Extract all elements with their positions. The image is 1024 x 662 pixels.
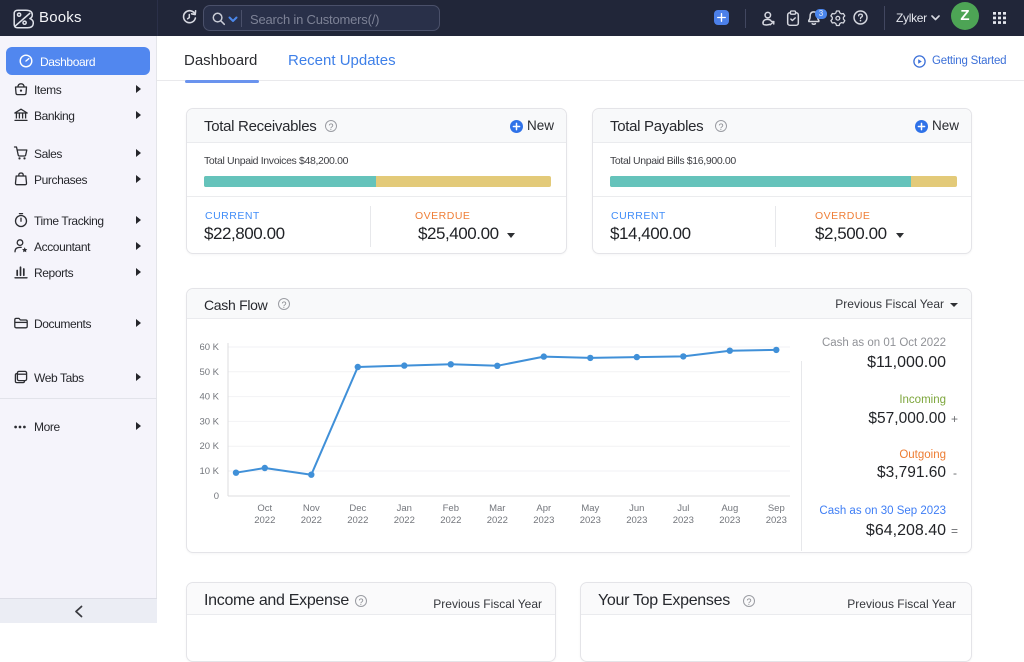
svg-text:Oct: Oct	[257, 503, 272, 514]
svg-text:Jan: Jan	[397, 503, 412, 514]
svg-text:Feb: Feb	[443, 503, 459, 514]
svg-text:2022: 2022	[254, 515, 275, 526]
svg-text:2022: 2022	[440, 515, 461, 526]
svg-text:2022: 2022	[347, 515, 368, 526]
svg-text:2022: 2022	[487, 515, 508, 526]
svg-text:50 K: 50 K	[199, 367, 219, 378]
svg-text:2023: 2023	[626, 515, 647, 526]
svg-text:2023: 2023	[766, 515, 787, 526]
svg-text:2022: 2022	[394, 515, 415, 526]
svg-text:20 K: 20 K	[199, 441, 219, 452]
svg-text:40 K: 40 K	[199, 392, 219, 403]
svg-text:Nov: Nov	[303, 503, 320, 514]
svg-text:2023: 2023	[580, 515, 601, 526]
svg-text:10 K: 10 K	[199, 466, 219, 477]
svg-text:2023: 2023	[533, 515, 554, 526]
svg-text:0: 0	[214, 491, 219, 502]
svg-text:Jul: Jul	[677, 503, 689, 514]
svg-text:2023: 2023	[673, 515, 694, 526]
svg-text:Jun: Jun	[629, 503, 644, 514]
svg-text:Dec: Dec	[349, 503, 366, 514]
svg-text:Aug: Aug	[721, 503, 738, 514]
svg-text:May: May	[581, 503, 599, 514]
svg-text:60 K: 60 K	[199, 342, 219, 353]
svg-text:Mar: Mar	[489, 503, 505, 514]
svg-text:Sep: Sep	[768, 503, 785, 514]
svg-text:Apr: Apr	[536, 503, 551, 514]
svg-text:30 K: 30 K	[199, 416, 219, 427]
svg-text:2022: 2022	[301, 515, 322, 526]
svg-text:2023: 2023	[719, 515, 740, 526]
